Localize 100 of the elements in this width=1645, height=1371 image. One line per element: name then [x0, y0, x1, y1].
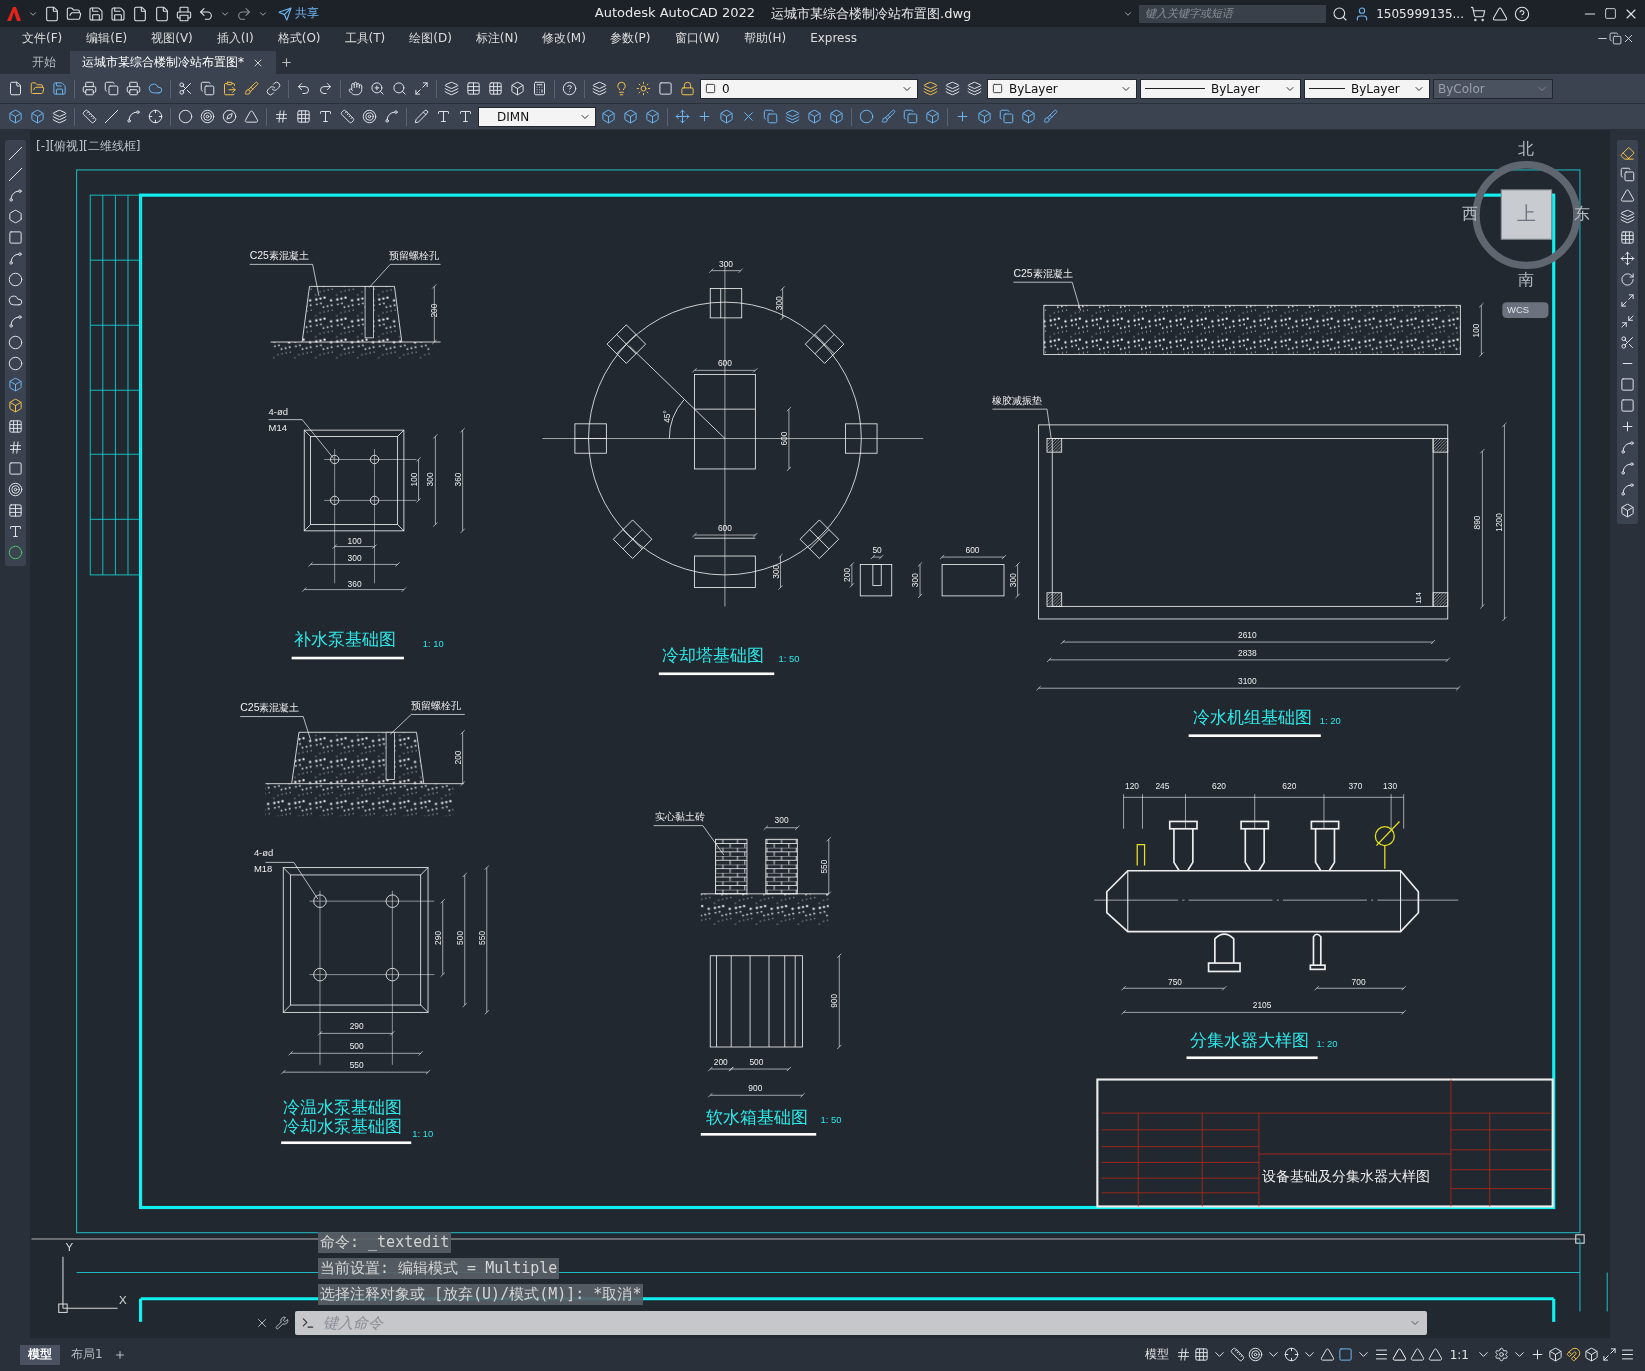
dimension-text: 300 [770, 564, 781, 579]
menu-item[interactable]: 绘图(D) [397, 29, 464, 47]
callout-label: C25素混凝土 [1013, 267, 1073, 279]
dimension-text: 890 [1472, 515, 1483, 530]
dimension-text: 100 [347, 535, 362, 546]
dimension-text: 500 [749, 1056, 764, 1067]
menu-item[interactable]: 标注(N) [463, 29, 531, 47]
dimension-text: 300 [910, 573, 921, 588]
callout-label: 橡胶减振垫 [992, 394, 1043, 406]
layout-tab[interactable]: 布局1 [63, 1344, 111, 1365]
dimension-text: 600 [778, 431, 789, 446]
dimension-text: 300 [425, 472, 436, 487]
dimension-text: 300 [773, 296, 784, 311]
view-title: 冷温水泵基础图 [283, 1098, 403, 1118]
dimension-text: 750 [1168, 977, 1182, 988]
view-title: 补水泵基础图 [293, 630, 396, 650]
dimension-text: 290 [432, 930, 443, 945]
dimension-text: 620 [1282, 781, 1297, 792]
dimension-text: 1200 [1494, 513, 1505, 532]
dimension-text: 200 [428, 303, 439, 318]
dimension-text: 114 [1414, 592, 1424, 604]
compass-label: 东 [1574, 205, 1591, 223]
ucs-menu-text: WCS [1507, 304, 1530, 316]
app-title: Autodesk AutoCAD 2022 [594, 4, 756, 22]
file-name: 运城市某综合楼制冷站布置图.dwg [771, 4, 972, 23]
dimension-text: 3100 [1238, 676, 1257, 687]
dimension-text: 500 [349, 1041, 364, 1052]
callout-label: 4-ød [253, 847, 274, 859]
dimension-text: 600 [717, 522, 732, 533]
dimension-text: 290 [349, 1021, 364, 1032]
dimension-text: 500 [454, 930, 465, 945]
dimension-text: 360 [452, 472, 463, 487]
scale-text: 1: 20 [1316, 1038, 1338, 1050]
menu-item[interactable]: 文件(F) [10, 29, 75, 47]
callout-label: 预留螺栓孔 [389, 249, 440, 261]
annotation-scale-button[interactable]: 1:1 [1445, 1347, 1473, 1362]
linetype-dropdown[interactable]: ByLayer [1140, 78, 1301, 99]
dimension-text: 120 [1125, 781, 1139, 792]
menu-item[interactable]: 工具(T) [332, 29, 398, 47]
callout-label: 实心黏土砖 [654, 811, 705, 822]
compass-label: 西 [1461, 205, 1478, 223]
color-dropdown[interactable]: ByLayer [987, 78, 1137, 99]
dimension-text: 700 [1351, 977, 1366, 988]
dimension-text: 360 [347, 578, 362, 589]
model-space-button[interactable]: 模型 [1140, 1346, 1173, 1363]
dimension-text: 200 [713, 1056, 728, 1067]
command-line-bar[interactable]: 键入命令 [295, 1311, 1427, 1335]
angle-text: 45° [662, 410, 673, 423]
dimension-text: 245 [1155, 781, 1170, 792]
callout-label: 预留螺栓孔 [411, 699, 462, 711]
axis-label: Y [65, 1241, 74, 1254]
view-title: 冷却水泵基础图 [283, 1117, 403, 1137]
dimension-text: 300 [347, 553, 362, 564]
menu-item[interactable]: 插入(I) [204, 29, 266, 47]
callout-label: C25素混凝土 [249, 249, 309, 261]
layout-tab[interactable]: 模型 [20, 1344, 60, 1365]
scale-text: 1: 20 [1319, 715, 1341, 727]
callout-label: M18 [253, 863, 273, 875]
viewcube-face-text: 上 [1516, 203, 1536, 225]
search-field[interactable]: 键入关键字或短语 [1139, 4, 1327, 23]
scale-text: 1: 50 [778, 653, 800, 665]
compass-label: 北 [1518, 140, 1535, 158]
dimension-text: 130 [1383, 781, 1398, 792]
document-tab[interactable]: 开始 [20, 51, 68, 74]
share-button[interactable]: 共享 [274, 5, 323, 22]
callout-label: 4-ød [268, 405, 288, 417]
scale-text: 1: 10 [412, 1127, 434, 1139]
menu-item[interactable]: 编辑(E) [74, 29, 140, 47]
document-tab[interactable]: 运城市某综合楼制冷站布置图* [70, 51, 276, 74]
dimension-text: 300 [719, 258, 733, 269]
dimension-text: 200 [841, 567, 852, 582]
menu-item[interactable]: 修改(M) [530, 29, 598, 47]
menu-item[interactable]: 视图(V) [139, 29, 205, 47]
menu-item[interactable]: 帮助(H) [731, 29, 799, 47]
dimension-text: 300 [1007, 573, 1018, 588]
menu-item[interactable]: 参数(P) [597, 29, 663, 47]
view-title: 冷却塔基础图 [662, 646, 764, 666]
menu-item[interactable]: 格式(O) [265, 29, 333, 47]
dimension-text: 600 [717, 358, 732, 369]
viewport-controls[interactable]: [-][俯视][二维线框] [36, 138, 141, 155]
drawing-name-text: 设备基础及分集水器大样图 [1262, 1168, 1430, 1184]
dimension-text: 370 [1348, 781, 1363, 792]
dimension-style-dropdown[interactable]: DIMN [478, 106, 596, 127]
dimension-text: 2105 [1252, 1000, 1272, 1011]
dimension-text: 2610 [1238, 629, 1257, 640]
command-input[interactable]: 键入命令 [321, 1313, 1403, 1333]
dimension-text: 550 [818, 859, 829, 874]
dimension-text: 300 [774, 814, 789, 825]
dimension-text: 50 [872, 545, 882, 555]
menu-item[interactable]: Express [798, 31, 869, 45]
dimension-text: 100 [1471, 323, 1482, 338]
callout-label: C25素混凝土 [240, 701, 300, 713]
layer-dropdown[interactable]: 0 [700, 78, 918, 99]
user-name[interactable]: 1505999135... [1376, 6, 1464, 21]
compass-label: 南 [1518, 271, 1535, 289]
ucs-menu-button[interactable]: WCS [1502, 302, 1549, 318]
view-title: 冷水机组基础图 [1192, 708, 1312, 728]
lineweight-dropdown[interactable]: ByLayer [1304, 78, 1430, 99]
menu-item[interactable]: 窗口(W) [662, 29, 732, 47]
dimension-text: 600 [965, 545, 980, 555]
